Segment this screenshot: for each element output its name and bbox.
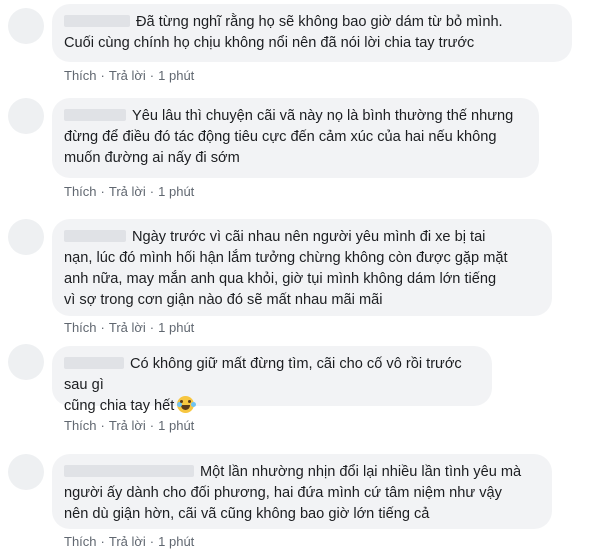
like-link[interactable]: Thích: [64, 68, 97, 83]
redacted-author-name[interactable]: [64, 109, 126, 121]
redacted-author-name[interactable]: [64, 230, 126, 242]
avatar[interactable]: [8, 454, 44, 490]
like-link[interactable]: Thích: [64, 534, 97, 549]
comment-line: cũng chia tay hết: [64, 396, 480, 417]
separator: ·: [149, 534, 155, 549]
avatar[interactable]: [8, 344, 44, 380]
laughing-tears-emoji-icon: [177, 396, 195, 413]
comment-actions: Thích · Trả lời · 1 phút: [64, 534, 194, 549]
comment-bubble: Có không giữ mất đừng tìm, cãi cho cố vô…: [52, 346, 492, 414]
comment-bubble: Yêu lâu thì chuyện cãi vã này nọ là bình…: [52, 98, 539, 178]
like-link[interactable]: Thích: [64, 320, 97, 335]
redacted-author-name[interactable]: [64, 465, 194, 477]
timestamp[interactable]: 1 phút: [158, 418, 194, 433]
timestamp[interactable]: 1 phút: [158, 184, 194, 199]
avatar[interactable]: [8, 219, 44, 255]
like-link[interactable]: Thích: [64, 418, 97, 433]
separator: ·: [100, 418, 105, 433]
comment-text: Một lần nhường nhịn đổi lại nhiều lần tì…: [200, 464, 522, 480]
separator: ·: [149, 68, 155, 83]
comment-text: nên dù giận hờn, cãi vã cũng không bao g…: [64, 506, 430, 522]
avatar[interactable]: [8, 98, 44, 134]
comment-line: Có không giữ mất đừng tìm, cãi cho cố vô…: [64, 354, 480, 396]
comment-actions: Thích · Trả lời · 1 phút: [64, 68, 194, 83]
comment-text: cũng chia tay hết: [64, 398, 175, 414]
comment-text: Đã từng nghĩ rằng họ sẽ không bao giờ dá…: [136, 14, 503, 30]
reply-link[interactable]: Trả lời: [109, 418, 146, 433]
separator: ·: [149, 184, 155, 199]
comment-text: nạn, lúc đó mình hối hận lắm tưởng chừng…: [64, 250, 508, 266]
comment-actions: Thích · Trả lời · 1 phút: [64, 418, 194, 433]
separator: ·: [149, 418, 155, 433]
comment-text: muốn đường ai nấy đi sớm: [64, 150, 240, 166]
reply-link[interactable]: Trả lời: [109, 534, 146, 549]
redacted-author-name[interactable]: [64, 15, 130, 27]
comment-line: Đã từng nghĩ rằng họ sẽ không bao giờ dá…: [64, 12, 560, 33]
like-link[interactable]: Thích: [64, 184, 97, 199]
separator: ·: [100, 184, 105, 199]
comment-text: anh nữa, may mắn anh qua khỏi, giờ tụi m…: [64, 271, 497, 287]
comment-text: người ấy dành cho đối phương, hai đứa mì…: [64, 485, 502, 501]
comment-bubble: Ngày trước vì cãi nhau nên người yêu mìn…: [52, 219, 552, 316]
comment-text: vì sợ trong cơn giận nào đó sẽ mất nhau …: [64, 292, 383, 308]
comment-text: Ngày trước vì cãi nhau nên người yêu mìn…: [132, 229, 486, 245]
reply-link[interactable]: Trả lời: [109, 320, 146, 335]
separator: ·: [149, 320, 155, 335]
redacted-author-name[interactable]: [64, 357, 124, 369]
comment-bubble: Đã từng nghĩ rằng họ sẽ không bao giờ dá…: [52, 4, 572, 62]
reply-link[interactable]: Trả lời: [109, 184, 146, 199]
comment-line: Ngày trước vì cãi nhau nên người yêu mìn…: [64, 227, 540, 248]
timestamp[interactable]: 1 phút: [158, 320, 194, 335]
timestamp[interactable]: 1 phút: [158, 534, 194, 549]
comment-text: Cuối cùng chính họ chịu không nổi nên đã…: [64, 35, 475, 51]
comment-bubble: Một lần nhường nhịn đổi lại nhiều lần tì…: [52, 454, 552, 529]
comment-text: đừng để điều đó tác động tiêu cực đến cả…: [64, 129, 497, 145]
timestamp[interactable]: 1 phút: [158, 68, 194, 83]
comment-actions: Thích · Trả lời · 1 phút: [64, 320, 194, 335]
separator: ·: [100, 68, 105, 83]
comment-text: Yêu lâu thì chuyện cãi vã này nọ là bình…: [132, 108, 514, 124]
separator: ·: [100, 534, 105, 549]
avatar[interactable]: [8, 8, 44, 44]
reply-link[interactable]: Trả lời: [109, 68, 146, 83]
separator: ·: [100, 320, 105, 335]
comment-actions: Thích · Trả lời · 1 phút: [64, 184, 194, 199]
comment-line: Một lần nhường nhịn đổi lại nhiều lần tì…: [64, 462, 540, 483]
comment-line: Yêu lâu thì chuyện cãi vã này nọ là bình…: [64, 106, 527, 127]
